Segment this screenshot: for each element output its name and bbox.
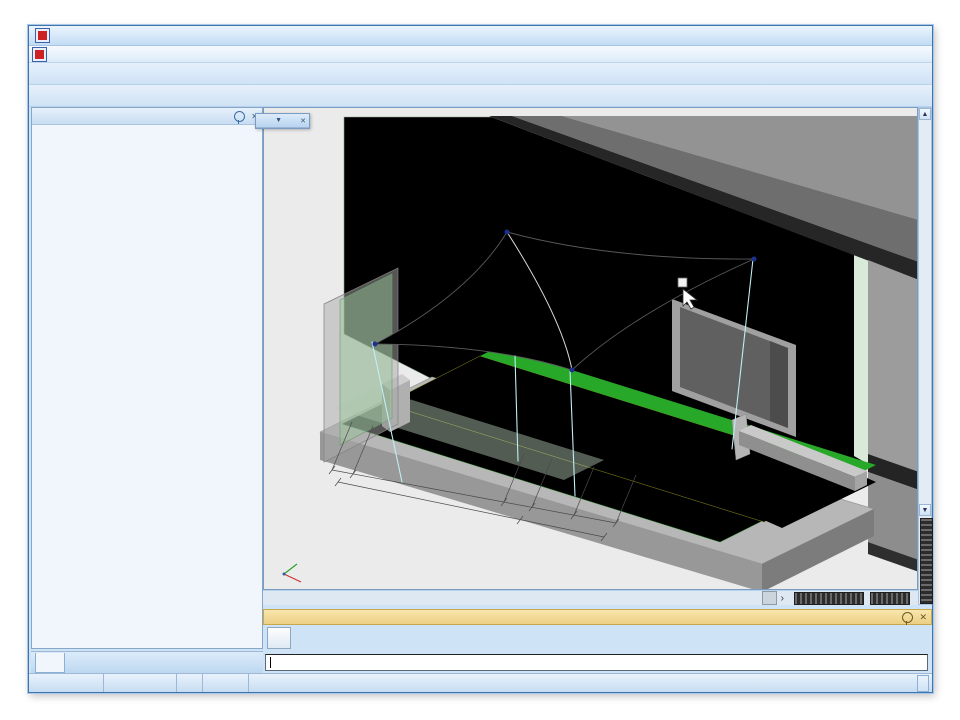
- ucs-axes: [283, 564, 302, 582]
- viewport-vertical-scrollbar[interactable]: ▲ ▼: [918, 107, 932, 605]
- view-palette-header[interactable]: ▼ ✕: [256, 114, 309, 128]
- horizontal-scroll-thumb-2[interactable]: [870, 592, 910, 605]
- wall-window-reveal: [770, 341, 788, 428]
- viewport-3d-scene[interactable]: [264, 108, 918, 590]
- status-bar: [29, 673, 932, 692]
- sidebar-tab-strip: [31, 651, 263, 673]
- horizontal-scroll-box[interactable]: [762, 591, 777, 605]
- command-line-body: [263, 625, 932, 651]
- scroll-down-icon[interactable]: ▼: [919, 504, 931, 516]
- menubaum-tab[interactable]: [35, 653, 65, 673]
- status-segment-2: [104, 674, 177, 692]
- app-icon: [35, 28, 50, 43]
- pin-icon[interactable]: [234, 111, 245, 122]
- horizontal-scroll-thumb-1[interactable]: [794, 592, 864, 605]
- ergebnisse-lock-button[interactable]: [917, 675, 929, 692]
- viewport-bottom-toolbar: ›: [263, 590, 918, 605]
- menu-tree-header[interactable]: ✕: [32, 108, 262, 125]
- 3d-viewport[interactable]: [263, 107, 918, 590]
- status-plane[interactable]: [203, 674, 249, 692]
- chevron-down-icon[interactable]: ▼: [274, 117, 283, 124]
- status-segment-1: [29, 674, 104, 692]
- command-input[interactable]: [265, 654, 928, 671]
- menu-app-icon[interactable]: [32, 47, 47, 62]
- scroll-right-icon[interactable]: ›: [777, 593, 788, 604]
- status-unit[interactable]: [177, 674, 203, 692]
- toolbar-tools: [29, 85, 932, 107]
- vertical-scroll-thumb[interactable]: [920, 518, 933, 604]
- title-bar[interactable]: [29, 26, 932, 46]
- pin-icon[interactable]: [902, 612, 913, 623]
- green-wall-edge: [854, 254, 868, 464]
- view-palette: ▼ ✕: [255, 113, 310, 129]
- text-caret: [270, 657, 271, 668]
- right-wall[interactable]: [868, 260, 918, 472]
- command-input-row: [263, 651, 932, 673]
- scroll-up-icon[interactable]: ▲: [919, 108, 931, 120]
- close-icon[interactable]: ✕: [919, 612, 927, 623]
- menu-bar: [29, 46, 932, 63]
- toolbar-standard: [29, 63, 932, 85]
- menu-tree-panel: ✕: [31, 107, 263, 649]
- glass-pane-green[interactable]: [340, 274, 392, 445]
- menu-tree: [32, 125, 262, 648]
- app-window: ✕: [28, 25, 933, 693]
- pointer-mode-button[interactable]: [267, 627, 291, 649]
- command-line-header[interactable]: ✕: [263, 609, 932, 625]
- close-icon[interactable]: ✕: [299, 117, 307, 125]
